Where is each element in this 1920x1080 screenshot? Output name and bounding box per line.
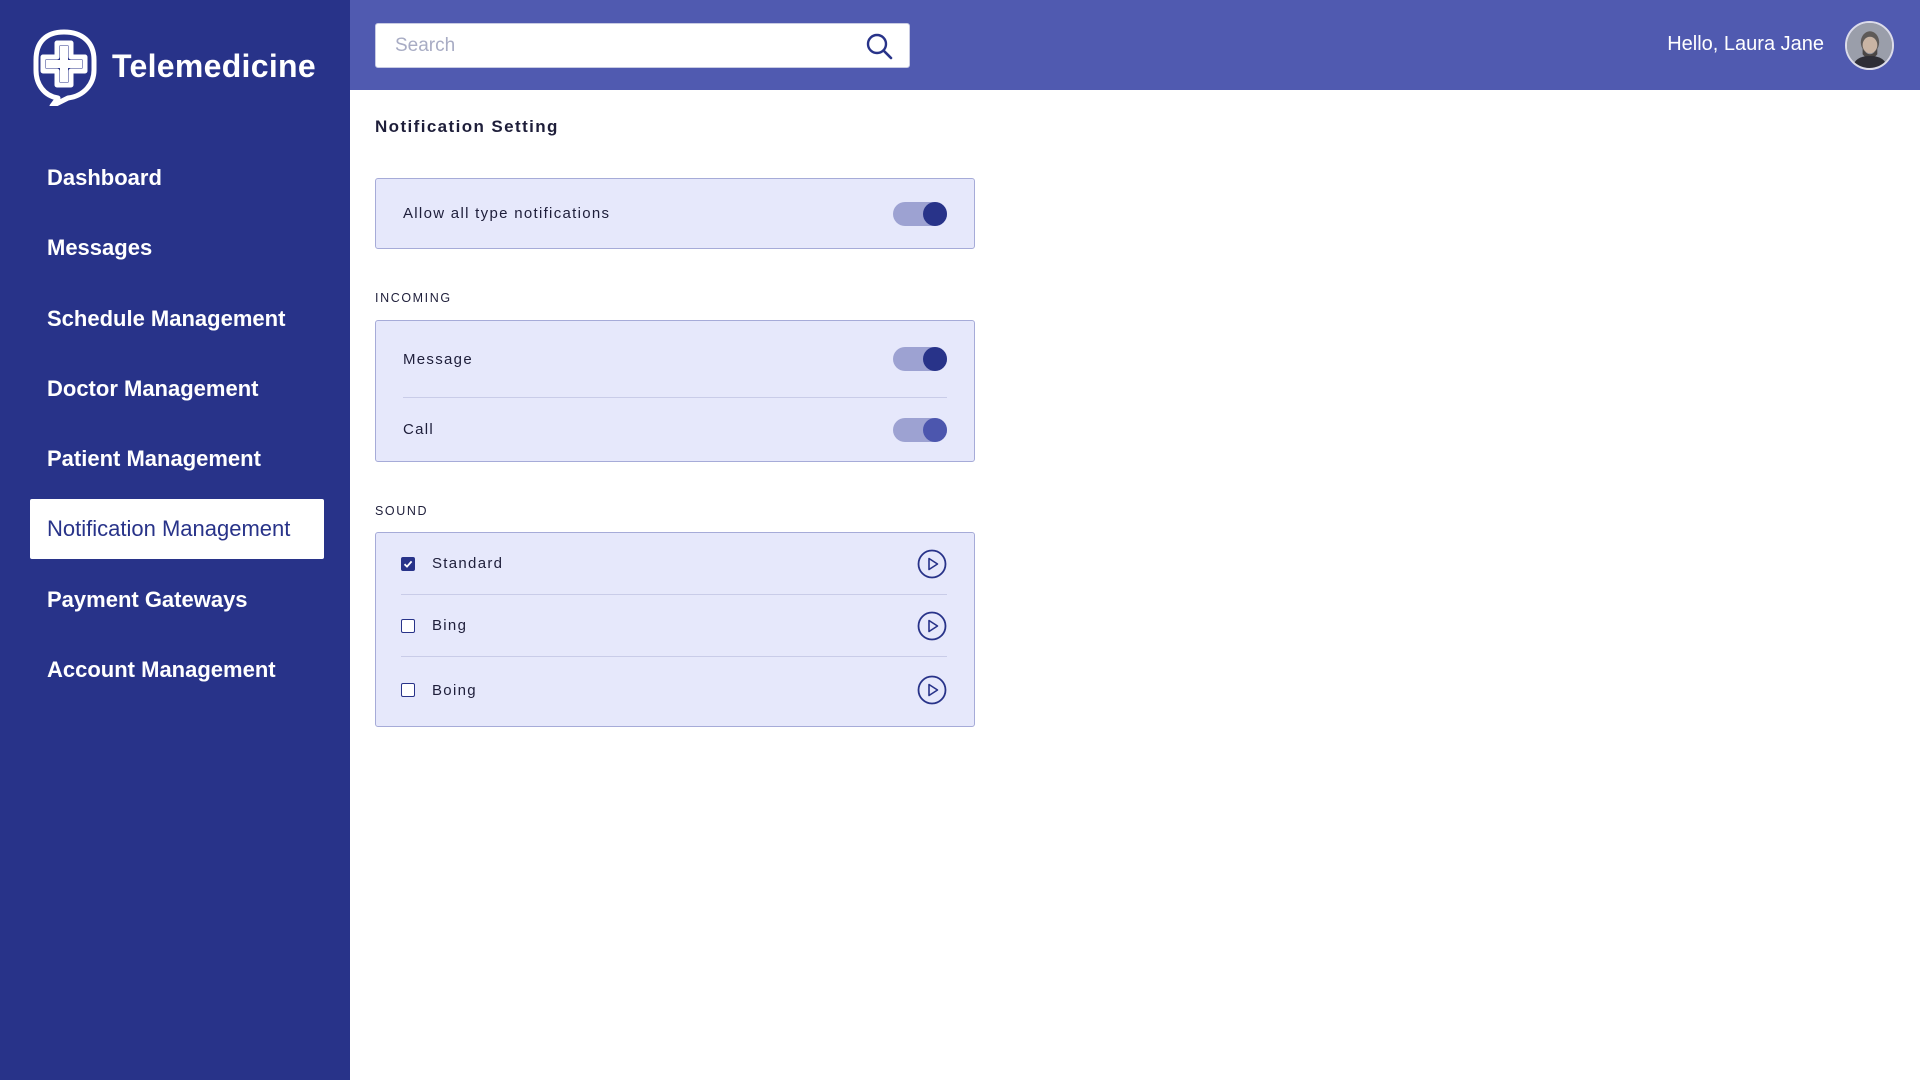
sidebar-item-label: Messages xyxy=(47,235,153,261)
sidebar-item-label: Doctor Management xyxy=(47,375,259,401)
sound-option-label: Boing xyxy=(432,681,477,699)
sidebar-item-schedule-management[interactable]: Schedule Management xyxy=(30,289,324,349)
sidebar-item-payment-gateways[interactable]: Payment Gateways xyxy=(30,570,324,630)
user-greeting: Hello, Laura Jane xyxy=(1667,33,1824,55)
incoming-message-row: Message xyxy=(403,321,947,398)
play-icon[interactable] xyxy=(917,611,947,641)
brand-name: Telemedicine xyxy=(112,47,316,84)
sound-option-label: Standard xyxy=(432,555,504,572)
standard-checkbox[interactable] xyxy=(401,556,415,571)
sound-option-row: Standard xyxy=(401,533,947,595)
sound-section-label: SOUND xyxy=(375,504,429,518)
sidebar-item-label: Dashboard xyxy=(47,165,162,190)
sidebar: Telemedicine Dashboard Messages Schedule… xyxy=(0,0,350,1080)
sidebar-item-label: Account Management xyxy=(47,657,276,683)
medical-cross-logo-icon xyxy=(33,29,97,106)
sidebar-item-label: Payment Gateways xyxy=(47,586,248,612)
message-toggle[interactable] xyxy=(893,347,947,371)
bing-checkbox[interactable] xyxy=(401,618,415,633)
checkmark-icon xyxy=(403,560,413,568)
sidebar-item-messages[interactable]: Messages xyxy=(30,218,324,278)
toggle-knob xyxy=(923,417,947,442)
incoming-call-label: Call xyxy=(403,421,435,438)
sidebar-item-doctor-management[interactable]: Doctor Management xyxy=(30,359,324,419)
sidebar-item-notification-management[interactable]: Notification Management xyxy=(30,499,324,560)
incoming-message-label: Message xyxy=(403,350,473,368)
play-icon[interactable] xyxy=(917,549,947,579)
sidebar-nav: Dashboard Messages Schedule Management D… xyxy=(30,148,324,710)
boing-checkbox[interactable] xyxy=(401,683,415,697)
sound-card: Standard Bing Boing xyxy=(375,532,975,727)
brand[interactable]: Telemedicine xyxy=(28,26,316,106)
incoming-call-row: Call xyxy=(403,398,947,461)
avatar[interactable] xyxy=(1845,21,1894,70)
play-icon[interactable] xyxy=(917,675,947,705)
call-toggle[interactable] xyxy=(893,417,947,442)
user-avatar-icon xyxy=(1847,23,1892,68)
allow-all-toggle[interactable] xyxy=(893,201,947,226)
toggle-knob xyxy=(923,201,947,226)
allow-all-row: Allow all type notifications xyxy=(403,179,947,248)
sidebar-item-label: Patient Management xyxy=(47,446,261,472)
incoming-card: Message Call xyxy=(375,320,975,462)
allow-all-card: Allow all type notifications xyxy=(375,178,975,249)
sidebar-item-patient-management[interactable]: Patient Management xyxy=(30,429,324,489)
top-header: Hello, Laura Jane xyxy=(350,0,1920,90)
sidebar-item-account-management[interactable]: Account Management xyxy=(30,640,324,700)
toggle-knob xyxy=(923,347,947,371)
sidebar-item-dashboard[interactable]: Dashboard xyxy=(30,148,324,208)
search-box xyxy=(375,23,910,68)
sidebar-item-label: Notification Management xyxy=(47,516,291,542)
sidebar-item-label: Schedule Management xyxy=(47,305,286,331)
search-icon[interactable] xyxy=(865,32,893,60)
page-title: Notification Setting xyxy=(375,117,559,136)
search-input[interactable] xyxy=(376,24,846,67)
sound-option-label: Bing xyxy=(432,617,468,634)
allow-all-label: Allow all type notifications xyxy=(403,205,611,222)
incoming-section-label: INCOMING xyxy=(375,291,452,305)
sound-option-row: Bing xyxy=(401,595,947,657)
sound-option-row: Boing xyxy=(401,657,947,723)
